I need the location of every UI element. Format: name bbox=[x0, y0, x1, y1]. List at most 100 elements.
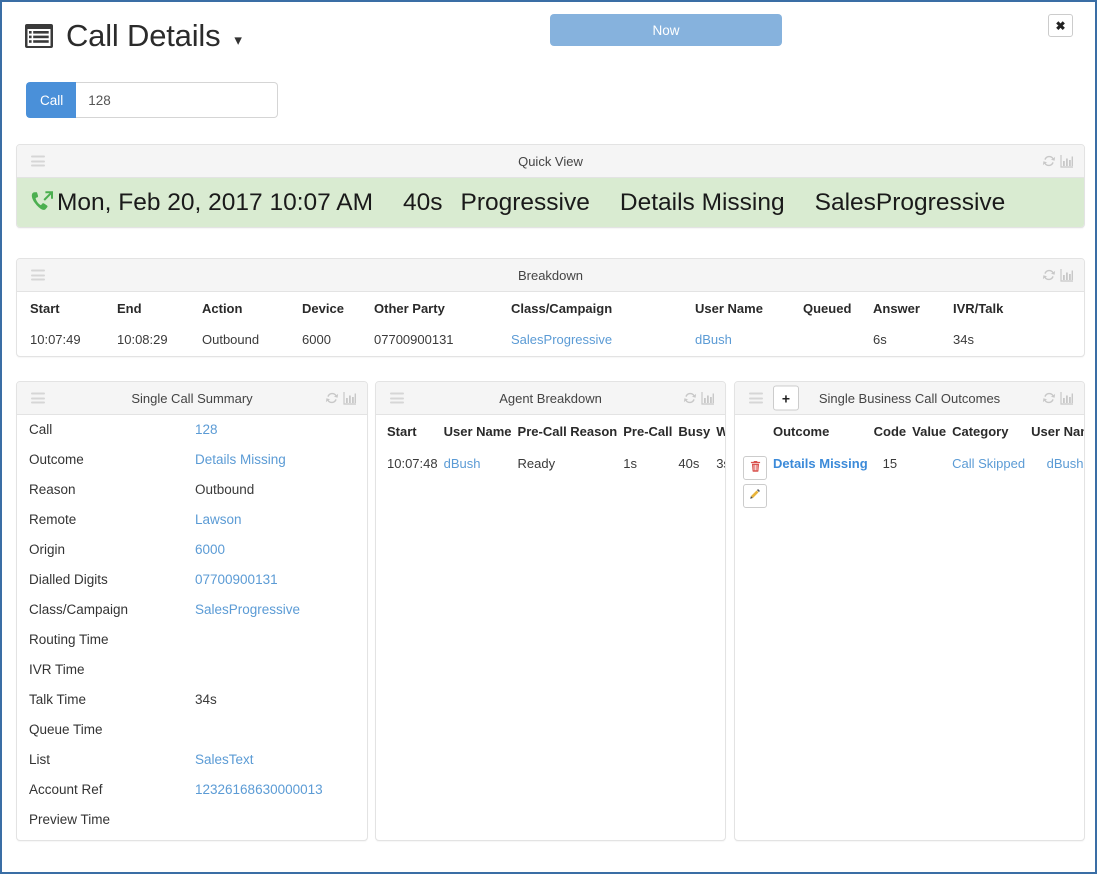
summary-value-reason: Outbound bbox=[195, 482, 255, 497]
top-bar: Call Details ▾ Now ✖ bbox=[2, 2, 1095, 70]
cell-other-party: 07700900131 bbox=[374, 332, 454, 347]
list-item: Preview Time bbox=[17, 805, 367, 835]
summary-value-queue-time bbox=[195, 715, 367, 745]
single-business-call-outcomes-panel-header: + Single Business Call Outcomes bbox=[735, 382, 1084, 415]
cell-action: Outbound bbox=[202, 332, 260, 347]
call-search-group: Call bbox=[26, 82, 279, 118]
summary-table: Call 128 Outcome Details Missing Reason … bbox=[17, 415, 367, 835]
refresh-icon[interactable] bbox=[325, 391, 339, 405]
hamburger-icon[interactable] bbox=[31, 269, 45, 281]
list-item: Reason Outbound bbox=[17, 475, 367, 505]
hamburger-icon[interactable] bbox=[749, 392, 763, 404]
list-table-icon bbox=[24, 23, 54, 49]
table-header-row: Start User Name Pre-Call Reason Pre-Call… bbox=[376, 415, 725, 449]
summary-value-dialled-digits[interactable]: 07700900131 bbox=[195, 572, 278, 587]
refresh-icon[interactable] bbox=[1042, 154, 1056, 168]
agent-breakdown-panel: Agent Breakdown Start User Name Pre-Call… bbox=[375, 381, 726, 841]
breakdown-body: Start End Action Device Other Party Clas… bbox=[17, 292, 1084, 356]
hamburger-icon[interactable] bbox=[31, 155, 45, 167]
column-header-pre-call: Pre-Call bbox=[623, 424, 673, 439]
summary-value-origin[interactable]: 6000 bbox=[195, 542, 225, 557]
cell-user-name-link[interactable]: dBush bbox=[444, 456, 481, 471]
single-business-call-outcomes-panel: + Single Business Call Outcomes Outcome … bbox=[734, 381, 1085, 841]
refresh-icon[interactable] bbox=[1042, 391, 1056, 405]
cell-start: 10:07:48 bbox=[387, 455, 438, 471]
summary-value-list[interactable]: SalesText bbox=[195, 752, 254, 767]
column-header-user-name: User Name bbox=[443, 424, 512, 439]
list-item: Talk Time 34s bbox=[17, 685, 367, 715]
cell-end: 10:08:29 bbox=[117, 332, 168, 347]
chevron-down-icon[interactable]: ▾ bbox=[234, 31, 242, 49]
summary-value-remote[interactable]: Lawson bbox=[195, 512, 242, 527]
edit-outcome-button[interactable] bbox=[743, 483, 767, 508]
list-item: Remote Lawson bbox=[17, 505, 367, 535]
summary-label-call: Call bbox=[29, 422, 53, 437]
call-search-input[interactable] bbox=[76, 82, 279, 118]
page-title: Call Details bbox=[66, 18, 221, 53]
call-search-addon-button[interactable]: Call bbox=[26, 82, 77, 118]
cell-outcome-link[interactable]: Details Missing bbox=[773, 456, 868, 471]
column-header-value: Value bbox=[912, 424, 947, 439]
cell-answer: 6s bbox=[873, 332, 887, 347]
column-header-wrap-up: Wrap Up bbox=[716, 415, 725, 449]
outgoing-call-icon bbox=[29, 189, 56, 216]
quick-view-outcome: Details Missing bbox=[619, 188, 785, 216]
bar-chart-icon[interactable] bbox=[701, 391, 715, 405]
cell-device: 6000 bbox=[302, 332, 331, 347]
list-item: Account Ref 12326168630000013 bbox=[17, 775, 367, 805]
cell-pre-call: 1s bbox=[623, 455, 637, 471]
column-header-device: Device bbox=[302, 301, 344, 316]
summary-label-remote: Remote bbox=[29, 512, 77, 527]
list-item: Call 128 bbox=[17, 415, 367, 445]
list-item: Queue Time bbox=[17, 715, 367, 745]
column-header-start: Start bbox=[387, 424, 417, 439]
summary-value-outcome[interactable]: Details Missing bbox=[195, 452, 286, 467]
column-header-action: Action bbox=[202, 301, 243, 316]
table-header-row: Start End Action Device Other Party Clas… bbox=[17, 292, 1084, 325]
quick-view-duration: 40s bbox=[403, 188, 443, 216]
summary-value-account-ref[interactable]: 12326168630000013 bbox=[195, 782, 323, 797]
agent-breakdown-panel-header: Agent Breakdown bbox=[376, 382, 725, 415]
cell-busy: 40s bbox=[678, 455, 700, 471]
single-call-summary-panel-title: Single Call Summary bbox=[131, 390, 253, 406]
quick-view-panel-title: Quick View bbox=[518, 153, 583, 169]
add-outcome-button[interactable]: + bbox=[773, 385, 799, 411]
list-item: Origin 6000 bbox=[17, 535, 367, 565]
table-row[interactable]: 10:07:48 dBush Ready 1s 40s 3s bbox=[376, 449, 725, 481]
bar-chart-icon[interactable] bbox=[343, 391, 357, 405]
list-item: Routing Time bbox=[17, 625, 367, 655]
table-row[interactable]: 10:07:49 10:08:29 Outbound 6000 07700900… bbox=[17, 325, 1084, 356]
bar-chart-icon[interactable] bbox=[1060, 268, 1074, 282]
summary-value-class-campaign[interactable]: SalesProgressive bbox=[195, 602, 300, 617]
delete-outcome-button[interactable] bbox=[743, 455, 767, 480]
hamburger-icon[interactable] bbox=[31, 392, 45, 404]
bar-chart-icon[interactable] bbox=[1060, 391, 1074, 405]
bar-chart-icon[interactable] bbox=[1060, 154, 1074, 168]
refresh-icon[interactable] bbox=[1042, 268, 1056, 282]
refresh-icon[interactable] bbox=[683, 391, 697, 405]
cell-pre-call-reason: Ready bbox=[517, 455, 556, 471]
column-header-actions bbox=[735, 415, 773, 449]
agent-breakdown-panel-title: Agent Breakdown bbox=[499, 390, 602, 406]
cell-user-name-link[interactable]: dBush bbox=[695, 332, 732, 347]
close-button[interactable]: ✖ bbox=[1048, 14, 1073, 37]
breakdown-panel-title: Breakdown bbox=[517, 267, 584, 283]
call-details-window: Call Details ▾ Now ✖ Call Quick View bbox=[0, 0, 1097, 874]
cell-category-link[interactable]: Call Skipped bbox=[952, 456, 1025, 471]
column-header-busy: Busy bbox=[678, 424, 711, 439]
now-button[interactable]: Now bbox=[550, 14, 782, 46]
cell-class-campaign-link[interactable]: SalesProgressive bbox=[511, 332, 612, 347]
summary-label-talk-time: Talk Time bbox=[29, 692, 87, 707]
table-header-row: Outcome Code Value Category User Name bbox=[735, 415, 1084, 449]
quick-view-row[interactable]: Mon, Feb 20, 2017 10:07 AM 40s Progressi… bbox=[17, 178, 1084, 227]
list-item: Dialled Digits 07700900131 bbox=[17, 565, 367, 595]
hamburger-icon[interactable] bbox=[390, 392, 404, 404]
column-header-other-party: Other Party bbox=[374, 301, 445, 316]
summary-label-outcome: Outcome bbox=[29, 452, 84, 467]
single-call-summary-body: Call 128 Outcome Details Missing Reason … bbox=[17, 415, 367, 835]
cell-user-name-link[interactable]: dBush bbox=[1047, 456, 1084, 471]
summary-label-list: List bbox=[29, 752, 51, 767]
cell-queued bbox=[803, 325, 873, 356]
summary-value-call[interactable]: 128 bbox=[195, 422, 218, 437]
table-row[interactable]: Details Missing 15 Call Skipped dBush bbox=[735, 449, 1084, 517]
